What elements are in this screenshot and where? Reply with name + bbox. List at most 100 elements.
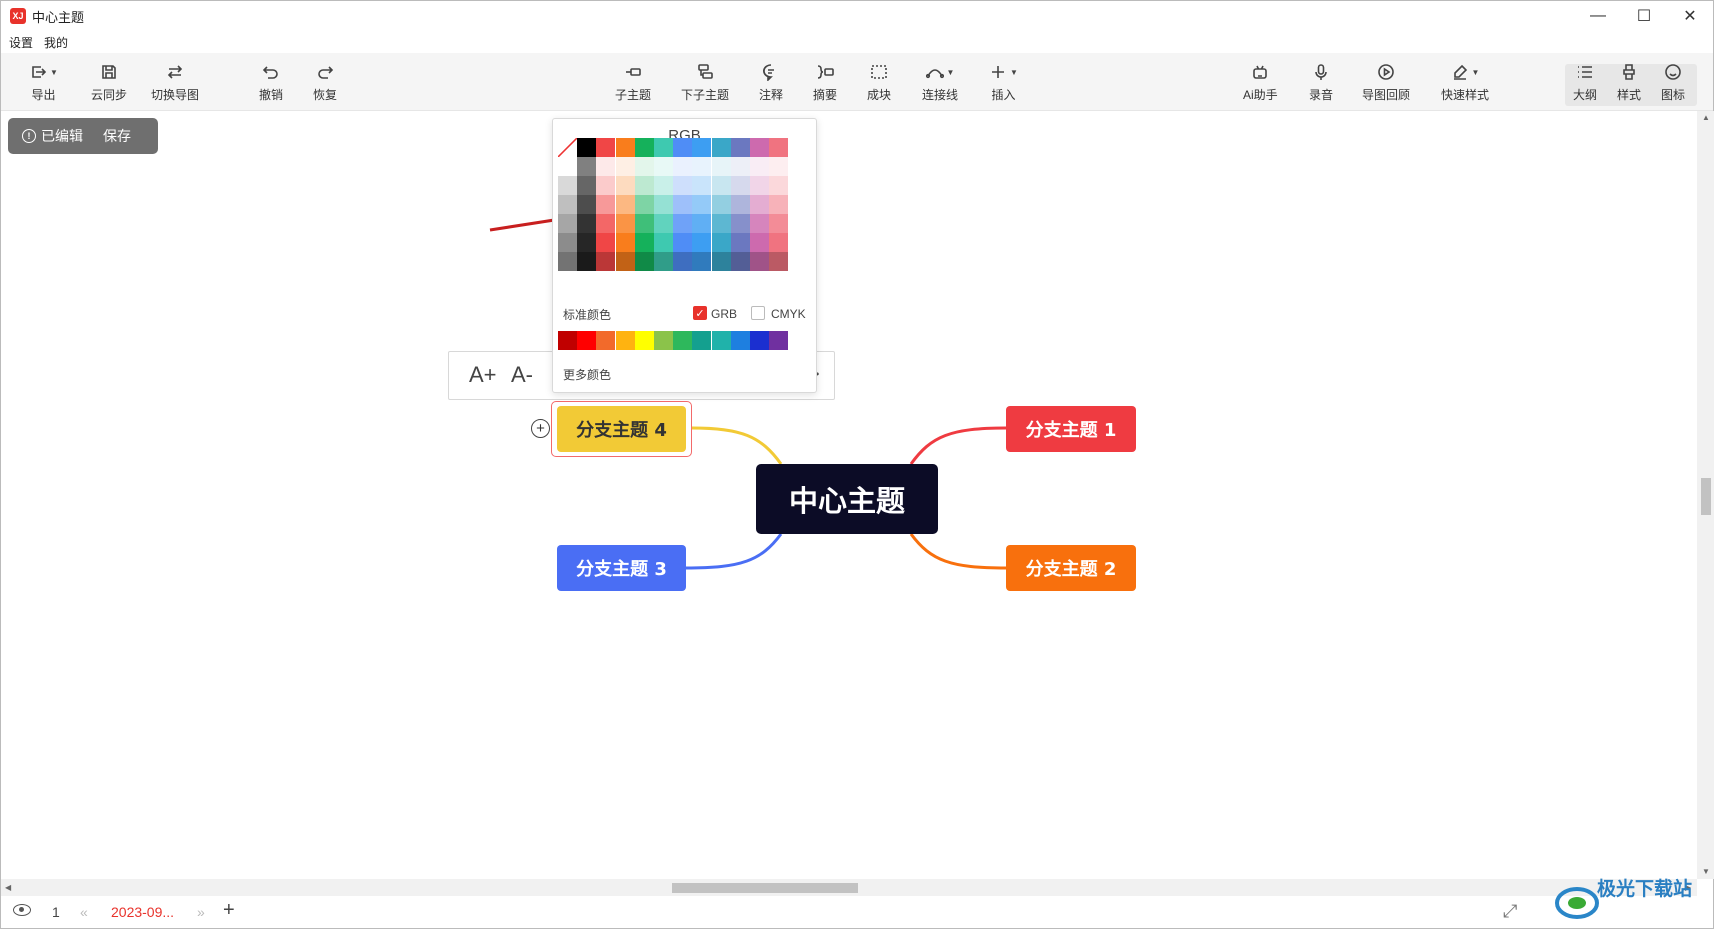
- scroll-up-icon[interactable]: ▲: [1702, 113, 1710, 122]
- color-swatch[interactable]: [769, 252, 789, 271]
- color-swatch[interactable]: [558, 157, 577, 176]
- standard-color-swatch[interactable]: [769, 331, 789, 350]
- summary-button[interactable]: 摘要: [813, 53, 837, 111]
- center-topic[interactable]: 中心主题: [756, 464, 938, 534]
- color-swatch[interactable]: [730, 252, 750, 271]
- color-swatch[interactable]: [711, 176, 731, 195]
- menu-mine[interactable]: 我的: [44, 34, 68, 51]
- add-topic-icon[interactable]: +: [531, 419, 550, 438]
- color-swatch[interactable]: [558, 233, 577, 252]
- sub-subtopic-button[interactable]: 下子主题: [681, 53, 729, 111]
- color-swatch[interactable]: [577, 138, 597, 157]
- color-swatch[interactable]: [750, 252, 769, 271]
- standard-color-swatch[interactable]: [615, 331, 635, 350]
- font-decrease-button[interactable]: A-: [511, 362, 533, 388]
- color-swatch[interactable]: [673, 176, 693, 195]
- export-button[interactable]: ▼ 导出: [29, 53, 58, 111]
- color-swatch[interactable]: [769, 214, 789, 233]
- color-swatch[interactable]: [634, 195, 654, 214]
- standard-color-swatch[interactable]: [750, 331, 769, 350]
- font-increase-button[interactable]: A+: [469, 362, 497, 388]
- color-swatch[interactable]: [692, 195, 712, 214]
- color-swatch[interactable]: [634, 214, 654, 233]
- color-swatch[interactable]: [730, 195, 750, 214]
- color-swatch[interactable]: [615, 157, 635, 176]
- branch-topic-4[interactable]: 分支主题 4: [557, 406, 686, 452]
- color-swatch[interactable]: [615, 214, 635, 233]
- no-color-swatch[interactable]: [558, 138, 577, 157]
- icon-button[interactable]: 图标: [1661, 53, 1685, 111]
- grb-checkbox[interactable]: ✓: [693, 306, 707, 320]
- color-swatch[interactable]: [673, 252, 693, 271]
- color-swatch[interactable]: [596, 138, 616, 157]
- horizontal-scroll-thumb[interactable]: [672, 883, 858, 893]
- color-swatch[interactable]: [673, 233, 693, 252]
- standard-color-swatch[interactable]: [673, 331, 693, 350]
- close-button[interactable]: ✕: [1667, 1, 1713, 31]
- branch-topic-1[interactable]: 分支主题 1: [1006, 406, 1136, 452]
- color-swatch[interactable]: [711, 252, 731, 271]
- color-swatch[interactable]: [769, 138, 789, 157]
- color-swatch[interactable]: [692, 138, 712, 157]
- more-colors-link[interactable]: 更多颜色: [563, 366, 611, 383]
- ai-assistant-button[interactable]: Ai助手: [1243, 53, 1278, 111]
- color-swatch[interactable]: [577, 176, 597, 195]
- vertical-scroll-thumb[interactable]: [1701, 478, 1711, 515]
- color-swatch[interactable]: [654, 138, 673, 157]
- color-swatch[interactable]: [692, 214, 712, 233]
- minimize-button[interactable]: —: [1575, 1, 1621, 31]
- color-swatch[interactable]: [558, 252, 577, 271]
- color-swatch[interactable]: [692, 233, 712, 252]
- insert-button[interactable]: ▼ 插入: [989, 53, 1018, 111]
- undo-button[interactable]: 撤销: [259, 53, 283, 111]
- next-sheet-icon[interactable]: »: [197, 904, 205, 920]
- branch-topic-3[interactable]: 分支主题 3: [557, 545, 686, 591]
- sheet-tab[interactable]: 2023-09...: [111, 904, 174, 920]
- block-button[interactable]: 成块: [867, 53, 891, 111]
- prev-sheet-icon[interactable]: «: [80, 904, 88, 920]
- color-swatch[interactable]: [711, 195, 731, 214]
- color-swatch[interactable]: [711, 233, 731, 252]
- cmyk-checkbox[interactable]: [751, 306, 765, 320]
- color-swatch[interactable]: [769, 157, 789, 176]
- color-swatch[interactable]: [577, 195, 597, 214]
- color-swatch[interactable]: [654, 157, 673, 176]
- outline-button[interactable]: 大纲: [1573, 53, 1597, 111]
- color-swatch[interactable]: [673, 195, 693, 214]
- color-swatch[interactable]: [615, 176, 635, 195]
- quick-style-button[interactable]: ▼ 快速样式: [1441, 53, 1489, 111]
- maximize-button[interactable]: ☐: [1621, 1, 1667, 31]
- color-swatch[interactable]: [673, 138, 693, 157]
- color-swatch[interactable]: [615, 195, 635, 214]
- color-swatch[interactable]: [692, 252, 712, 271]
- color-swatch[interactable]: [769, 233, 789, 252]
- color-swatch[interactable]: [769, 176, 789, 195]
- color-swatch[interactable]: [711, 157, 731, 176]
- standard-color-swatch[interactable]: [692, 331, 712, 350]
- color-swatch[interactable]: [769, 195, 789, 214]
- eye-icon[interactable]: [13, 904, 31, 916]
- color-swatch[interactable]: [750, 157, 769, 176]
- standard-color-swatch[interactable]: [596, 331, 616, 350]
- subtopic-button[interactable]: 子主题: [615, 53, 651, 111]
- color-swatch[interactable]: [634, 157, 654, 176]
- color-swatch[interactable]: [558, 214, 577, 233]
- add-sheet-button[interactable]: +: [223, 899, 235, 922]
- color-swatch[interactable]: [634, 176, 654, 195]
- color-swatch[interactable]: [711, 214, 731, 233]
- color-swatch[interactable]: [634, 233, 654, 252]
- branch-topic-2[interactable]: 分支主题 2: [1006, 545, 1136, 591]
- color-swatch[interactable]: [596, 214, 616, 233]
- color-swatch[interactable]: [596, 195, 616, 214]
- color-swatch[interactable]: [730, 176, 750, 195]
- color-swatch[interactable]: [654, 252, 673, 271]
- color-swatch[interactable]: [634, 138, 654, 157]
- color-swatch[interactable]: [577, 157, 597, 176]
- color-swatch[interactable]: [577, 233, 597, 252]
- color-swatch[interactable]: [711, 138, 731, 157]
- color-swatch[interactable]: [596, 176, 616, 195]
- vertical-scrollbar[interactable]: ▲ ▼: [1697, 111, 1714, 879]
- scroll-left-icon[interactable]: ◀: [5, 883, 11, 892]
- color-swatch[interactable]: [750, 176, 769, 195]
- color-swatch[interactable]: [730, 214, 750, 233]
